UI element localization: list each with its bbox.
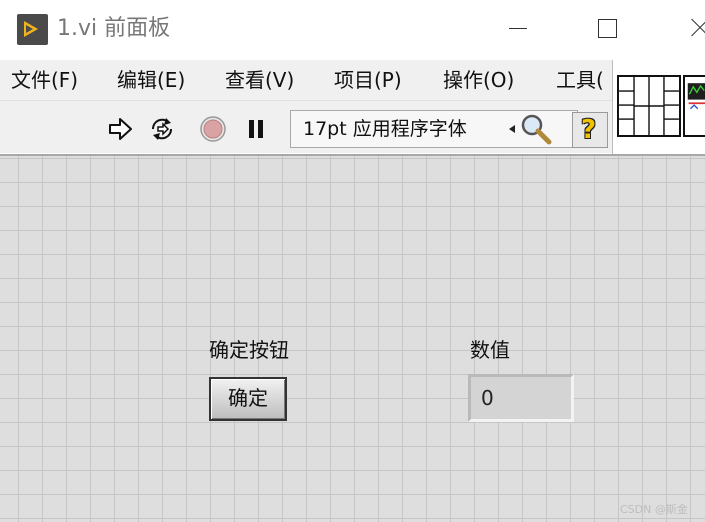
menu-project[interactable]: 项目(P) (334, 66, 402, 94)
menu-file[interactable]: 文件(F) (11, 66, 78, 94)
toolbar: 17pt 应用程序字体 ? (0, 100, 612, 153)
search-icon[interactable] (519, 113, 553, 145)
run-arrow-icon[interactable] (106, 115, 134, 143)
connector-pane-icon[interactable] (617, 75, 681, 137)
numeric-indicator: 0 (468, 374, 574, 422)
menu-view[interactable]: 查看(V) (225, 66, 294, 94)
chevron-left-icon (509, 125, 515, 133)
run-continuously-icon[interactable] (148, 115, 176, 143)
menu-edit[interactable]: 编辑(E) (117, 66, 185, 94)
window-title: 1.vi 前面板 (57, 16, 171, 41)
font-selector[interactable]: 17pt 应用程序字体 (290, 110, 578, 148)
minimize-icon[interactable] (496, 10, 542, 46)
button-control-label: 确定按钮 (209, 338, 289, 362)
abort-execution-icon[interactable] (199, 115, 227, 143)
menu-operate[interactable]: 操作(O) (443, 66, 514, 94)
menu-tools[interactable]: 工具( (556, 66, 604, 94)
close-icon[interactable] (676, 10, 705, 46)
help-icon[interactable]: ? (572, 112, 608, 148)
title-bar: 1.vi 前面板 (0, 0, 705, 60)
icon-panel (612, 60, 705, 154)
menu-bar: 文件(F) 编辑(E) 查看(V) 项目(P) 操作(O) 工具( (0, 60, 612, 100)
pause-icon[interactable] (242, 115, 270, 143)
font-selector-value: 17pt 应用程序字体 (303, 118, 467, 140)
vi-icon[interactable] (683, 75, 705, 137)
maximize-icon[interactable] (585, 10, 631, 46)
help-glyph: ? (581, 115, 597, 145)
numeric-indicator-label: 数值 (470, 338, 510, 362)
labview-run-icon (17, 14, 48, 45)
numeric-indicator-value: 0 (481, 386, 494, 410)
ok-button[interactable]: 确定 (209, 377, 287, 421)
front-panel[interactable]: 确定按钮 确定 数值 0 CSDN @斯金 (0, 154, 705, 522)
watermark: CSDN @斯金 (620, 503, 688, 516)
